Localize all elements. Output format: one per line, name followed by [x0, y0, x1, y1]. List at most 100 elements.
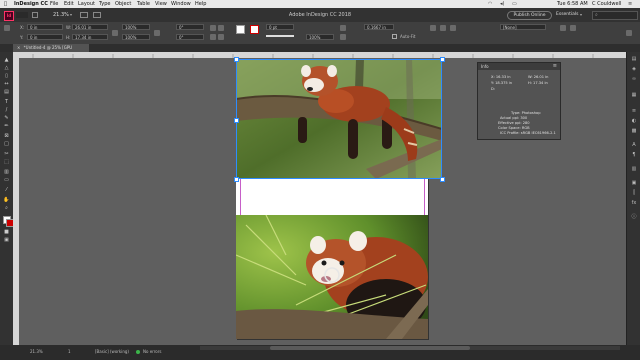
layers-panel-icon[interactable]: ◈ — [630, 66, 638, 72]
battery-icon[interactable]: ▭ — [512, 0, 517, 8]
selection-handle[interactable] — [234, 118, 239, 123]
character-panel-icon[interactable]: A — [630, 142, 638, 148]
swatches-panel-icon[interactable]: ▩ — [630, 128, 638, 134]
rotate-cw-icon[interactable] — [210, 25, 216, 31]
fit-content-icon[interactable] — [430, 25, 436, 31]
workspace-dropdown-icon[interactable]: ▾ — [580, 12, 582, 17]
panel-menu-icon[interactable]: ≡ — [553, 63, 557, 69]
document-tab[interactable]: × *Untitled-4 @ 25% [GPU Preview] — [13, 44, 89, 58]
pen-tool-icon[interactable]: ✎ — [3, 116, 10, 121]
fit-frame-icon[interactable] — [440, 25, 446, 31]
links-panel-icon[interactable]: ∞ — [630, 76, 638, 82]
reference-point-icon[interactable] — [4, 25, 10, 31]
pages-panel-icon[interactable]: ▤ — [630, 56, 638, 62]
info-panel-header[interactable]: Info ≡ — [478, 63, 560, 70]
publish-online-button[interactable]: Publish Online — [507, 11, 552, 20]
search-field[interactable]: ⌕ — [592, 11, 638, 20]
scrollbar-thumb[interactable] — [270, 346, 470, 350]
selection-handle[interactable] — [234, 57, 239, 62]
horizontal-scrollbar[interactable] — [200, 346, 620, 350]
hand-tool-icon[interactable]: ✋ — [3, 198, 10, 203]
cc-libraries-icon[interactable]: ▦ — [630, 92, 638, 98]
line-tool-icon[interactable]: / — [3, 108, 10, 113]
stroke-swatch-icon[interactable] — [250, 25, 259, 34]
flip-horizontal-icon[interactable] — [210, 34, 216, 40]
menu-object[interactable]: Object — [115, 0, 131, 8]
opacity-field[interactable]: 100% — [306, 34, 334, 40]
zoom-tool-icon[interactable]: ⌕ — [3, 206, 10, 211]
selection-handle[interactable] — [440, 57, 445, 62]
menu-table[interactable]: Table — [137, 0, 150, 8]
info-panel-icon[interactable]: ⓘ — [630, 214, 638, 220]
shear-angle-field[interactable]: 0° — [176, 34, 204, 40]
preflight-status[interactable]: No errors — [143, 349, 161, 354]
note-tool-icon[interactable]: ▭ — [3, 178, 10, 183]
rotation-angle-field[interactable]: 0° — [176, 24, 204, 30]
panel-menu-icon[interactable] — [626, 30, 632, 36]
document-tab-close-icon[interactable]: × — [17, 45, 20, 50]
gradient-panel-icon[interactable]: ▥ — [630, 166, 638, 172]
x-field[interactable]: 0 in — [27, 24, 63, 30]
menu-layout[interactable]: Layout — [78, 0, 95, 8]
status-paragraph-style[interactable]: [Basic] (working) — [95, 349, 129, 354]
content-collector-icon[interactable]: ▤ — [3, 90, 10, 95]
menu-help[interactable]: Help — [195, 0, 206, 8]
stroke-weight-field[interactable]: 0 pt — [266, 24, 294, 30]
offset-field[interactable]: 0.1667 in — [364, 24, 394, 30]
scale-x-field[interactable]: 100% — [122, 24, 150, 30]
eyedropper-tool-icon[interactable]: ⁄ — [3, 188, 10, 193]
wifi-icon[interactable]: ◠ — [488, 0, 492, 8]
selection-tool-icon[interactable]: ▲ — [3, 58, 10, 63]
effects-panel-icon[interactable]: fx — [630, 200, 638, 206]
fill-swatch-icon[interactable] — [236, 25, 245, 34]
user-name[interactable]: C Couldwell — [592, 0, 621, 8]
color-panel-icon[interactable]: ◐ — [630, 118, 638, 124]
gap-tool-icon[interactable]: ↔ — [3, 82, 10, 87]
flip-vertical-icon[interactable] — [218, 34, 224, 40]
rectangle-tool-icon[interactable]: □ — [3, 142, 10, 147]
text-wrap-panel-icon[interactable]: ▣ — [630, 180, 638, 186]
drop-shadow-icon[interactable] — [340, 25, 346, 31]
constrain-proportions-icon[interactable] — [112, 30, 118, 36]
align-icon[interactable] — [570, 25, 576, 31]
y-field[interactable]: 0 in — [27, 34, 63, 40]
screen-mode-tool-icon[interactable]: ▣ — [3, 238, 10, 243]
w-field[interactable]: 26.01 in — [72, 24, 108, 30]
scale-y-field[interactable]: 100% — [122, 34, 150, 40]
placed-image-sleeping-red-panda[interactable] — [236, 59, 442, 179]
constrain-scale-icon[interactable] — [154, 30, 160, 36]
direct-selection-tool-icon[interactable]: △ — [3, 66, 10, 71]
h-field[interactable]: 17.34 in — [72, 34, 108, 40]
menu-window[interactable]: Window — [171, 0, 191, 8]
rotate-ccw-icon[interactable] — [218, 25, 224, 31]
pencil-tool-icon[interactable]: ✏ — [3, 124, 10, 129]
menu-type[interactable]: Type — [99, 0, 110, 8]
page-tool-icon[interactable]: ▯ — [3, 74, 10, 79]
apply-color-icon[interactable]: ■ — [3, 230, 10, 235]
status-zoom[interactable]: 21.3% — [30, 349, 43, 354]
rectangle-frame-tool-icon[interactable]: ⊠ — [3, 134, 10, 139]
free-transform-tool-icon[interactable]: ⬚ — [3, 160, 10, 165]
effects-icon[interactable] — [340, 34, 346, 40]
placed-image-eating-red-panda[interactable] — [236, 215, 428, 339]
scissors-tool-icon[interactable]: ✂ — [3, 152, 10, 157]
text-wrap-icon[interactable] — [560, 25, 566, 31]
menu-list-icon[interactable]: ≡ — [628, 0, 632, 8]
apple-menu-icon[interactable]:  — [4, 0, 7, 8]
app-menu[interactable]: InDesign CC — [14, 0, 48, 8]
object-style-dropdown[interactable]: [None] — [500, 24, 546, 30]
menu-view[interactable]: View — [155, 0, 167, 8]
align-panel-icon[interactable]: ⫿ — [630, 190, 638, 196]
menu-edit[interactable]: Edit — [64, 0, 74, 8]
stroke-type-selector[interactable] — [266, 35, 294, 37]
gradient-tool-icon[interactable]: ▥ — [3, 170, 10, 175]
autofit-checkbox[interactable] — [392, 34, 397, 39]
selection-handle[interactable] — [234, 177, 239, 182]
selection-handle[interactable] — [440, 177, 445, 182]
stroke-panel-icon[interactable]: ≡ — [630, 108, 638, 114]
volume-icon[interactable]: ◂) — [500, 0, 504, 8]
clock[interactable]: Tue 6:58 AM — [557, 0, 588, 8]
document-page[interactable] — [234, 57, 445, 339]
workspace-switcher[interactable]: Essentials — [556, 12, 579, 17]
type-tool-icon[interactable]: T — [3, 100, 10, 105]
